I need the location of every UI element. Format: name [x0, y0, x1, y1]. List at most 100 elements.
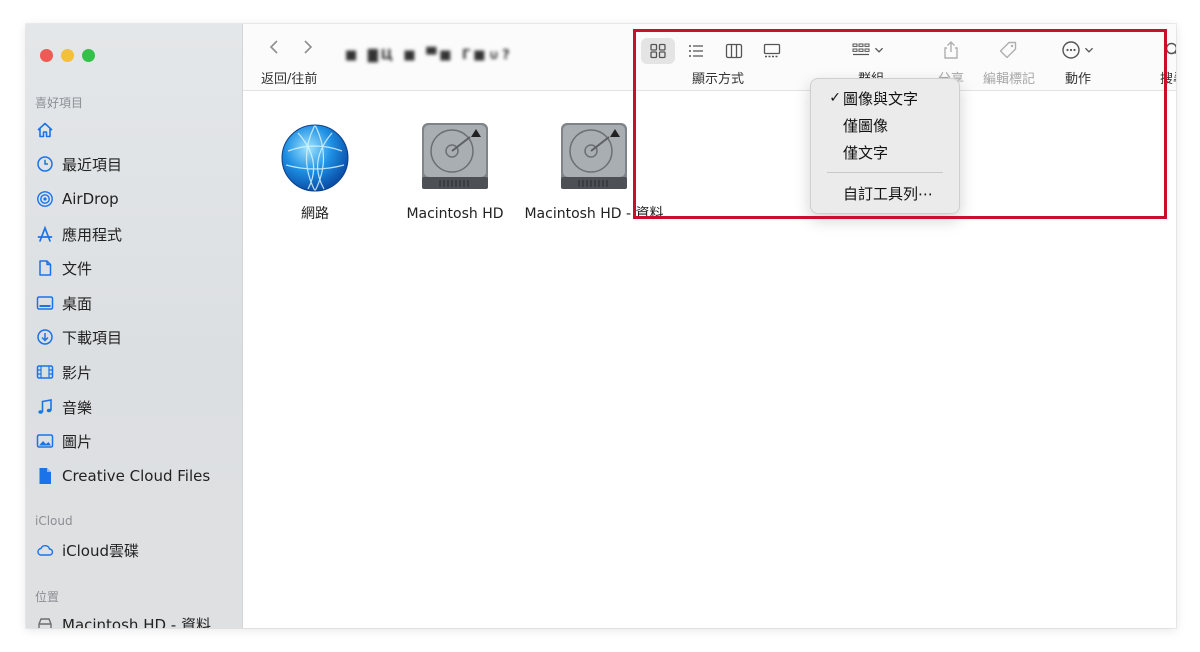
desktop-icon: [36, 294, 54, 312]
file-name: Macintosh HD: [406, 206, 504, 222]
hard-drive-icon: [422, 123, 488, 189]
sidebar: 喜好項目 最近項目 AirDrop 應用程式 文件 桌面 下載項目 影片 音樂 …: [26, 24, 243, 628]
gallery-icon: [763, 43, 781, 58]
view-mode-group: [641, 38, 789, 64]
clock-icon: [36, 155, 54, 173]
disk-icon: [36, 615, 54, 628]
menu-item-text-only[interactable]: 僅文字: [811, 139, 959, 165]
sidebar-section-icloud: iCloud: [35, 514, 73, 528]
search-button[interactable]: [1163, 40, 1176, 60]
photo-icon: [36, 432, 54, 450]
download-icon: [36, 328, 54, 346]
sidebar-section-favorites: 喜好項目: [35, 96, 84, 110]
forward-button[interactable]: [301, 38, 315, 60]
chevron-down-icon: [874, 47, 884, 53]
minimize-window-button[interactable]: [61, 49, 74, 62]
sidebar-item-documents[interactable]: 文件: [36, 254, 92, 282]
sidebar-item-creative-cloud-files[interactable]: Creative Cloud Files: [36, 462, 210, 490]
window-controls: [40, 49, 95, 62]
sidebar-item-label: 最近項目: [62, 155, 123, 174]
view-mode-label: 顯示方式: [691, 72, 744, 87]
menu-separator: [827, 172, 943, 173]
hard-drive-icon: [561, 123, 627, 189]
search-label: 搜尋: [1159, 72, 1176, 87]
column-view-button[interactable]: [717, 38, 751, 64]
menu-item-customize-toolbar[interactable]: 自訂工具列⋯: [811, 180, 959, 206]
home-icon: [36, 121, 54, 139]
edit-tags-label: 編輯標記: [982, 72, 1035, 87]
sidebar-item-label: 音樂: [62, 398, 93, 417]
back-button[interactable]: [267, 38, 281, 60]
sidebar-item-movies[interactable]: 影片: [36, 358, 92, 386]
sidebar-item-downloads[interactable]: 下載項目: [36, 323, 122, 351]
sidebar-item-label: AirDrop: [62, 190, 119, 208]
sidebar-item-label: iCloud雲碟: [62, 541, 140, 560]
toolbar: 返回/往前 ■ ▇Ц ■ ▀■ Γ■∪? 顯示方式 編輯標記 動作 搜: [243, 24, 1176, 91]
icon-view-button[interactable]: [641, 38, 675, 64]
sidebar-item-home[interactable]: [36, 116, 62, 144]
sidebar-item-label: 影片: [62, 363, 93, 382]
sidebar-item-desktop[interactable]: 桌面: [36, 289, 92, 317]
file-name: 網路: [301, 206, 329, 222]
checkmark-icon: ✓: [829, 90, 841, 106]
sidebar-item-label: 文件: [62, 259, 93, 278]
sidebar-item-label: 桌面: [62, 294, 93, 313]
menu-item-label: 圖像與文字: [843, 89, 919, 108]
close-window-button[interactable]: [40, 49, 53, 62]
airdrop-icon: [36, 190, 54, 208]
action-button[interactable]: [1061, 40, 1095, 60]
film-icon: [36, 363, 54, 381]
finder-window: 喜好項目 最近項目 AirDrop 應用程式 文件 桌面 下載項目 影片 音樂 …: [26, 24, 1176, 628]
sidebar-item-music[interactable]: 音樂: [36, 393, 92, 421]
sidebar-item-label: 圖片: [62, 432, 93, 451]
file-item-macintosh-hd[interactable]: Macintosh HD: [380, 121, 530, 224]
columns-icon: [725, 43, 743, 59]
network-globe-icon: [281, 124, 349, 192]
more-options-icon: [1062, 41, 1080, 59]
sidebar-item-airdrop[interactable]: AirDrop: [36, 185, 119, 213]
file-item-network[interactable]: 網路: [240, 121, 390, 224]
chevron-down-icon: [1084, 47, 1094, 53]
file-area: 網路 Macintosh HD Macintosh HD - 資料: [243, 91, 1176, 628]
menu-item-label: 僅文字: [843, 143, 889, 162]
sidebar-item-label: 應用程式: [62, 225, 123, 244]
sidebar-item-label: 下載項目: [62, 328, 123, 347]
cloud-icon: [36, 541, 54, 559]
action-label: 動作: [1064, 72, 1091, 87]
file-icon: [36, 467, 54, 485]
toolbar-display-menu: ✓ 圖像與文字 僅圖像 僅文字 自訂工具列⋯: [810, 78, 960, 214]
sidebar-item-label: Macintosh HD - 資料: [62, 615, 211, 629]
group-grid-icon: [852, 43, 870, 56]
main-pane: 返回/往前 ■ ▇Ц ■ ▀■ Γ■∪? 顯示方式 編輯標記 動作 搜 網路 M…: [243, 24, 1176, 628]
tag-icon: [999, 41, 1017, 59]
music-icon: [36, 398, 54, 416]
file-item-macintosh-hd-data[interactable]: Macintosh HD - 資料: [519, 121, 669, 224]
share-button[interactable]: [941, 40, 961, 60]
file-name: Macintosh HD - 資料: [524, 206, 664, 222]
edit-tags-button[interactable]: [998, 40, 1018, 60]
sidebar-item-macintosh-hd-data[interactable]: Macintosh HD - 資料: [36, 610, 211, 628]
sidebar-item-recents[interactable]: 最近項目: [36, 150, 122, 178]
back-forward-controls: [267, 38, 315, 60]
menu-item-label: 自訂工具列⋯: [843, 184, 934, 203]
list-view-button[interactable]: [679, 38, 713, 64]
list-icon: [689, 45, 703, 57]
menu-item-icon-and-text[interactable]: ✓ 圖像與文字: [811, 85, 959, 111]
menu-item-icon-only[interactable]: 僅圖像: [811, 112, 959, 138]
applications-icon: [36, 225, 54, 243]
sidebar-section-locations: 位置: [35, 590, 60, 604]
share-icon: [944, 41, 958, 59]
search-icon: [1165, 42, 1176, 55]
window-title: ■ ▇Ц ■ ▀■ Γ■∪?: [345, 48, 513, 63]
sidebar-item-applications[interactable]: 應用程式: [36, 220, 122, 248]
gallery-view-button[interactable]: [755, 38, 789, 64]
group-button[interactable]: [851, 40, 885, 60]
menu-item-label: 僅圖像: [843, 116, 889, 135]
grid-icon: [650, 43, 666, 59]
sidebar-item-pictures[interactable]: 圖片: [36, 427, 92, 455]
back-forward-label: 返回/往前: [261, 72, 318, 87]
zoom-window-button[interactable]: [82, 49, 95, 62]
sidebar-item-label: Creative Cloud Files: [62, 467, 211, 485]
chevron-right-icon: [304, 40, 313, 54]
sidebar-item-icloud-drive[interactable]: iCloud雲碟: [36, 536, 139, 564]
